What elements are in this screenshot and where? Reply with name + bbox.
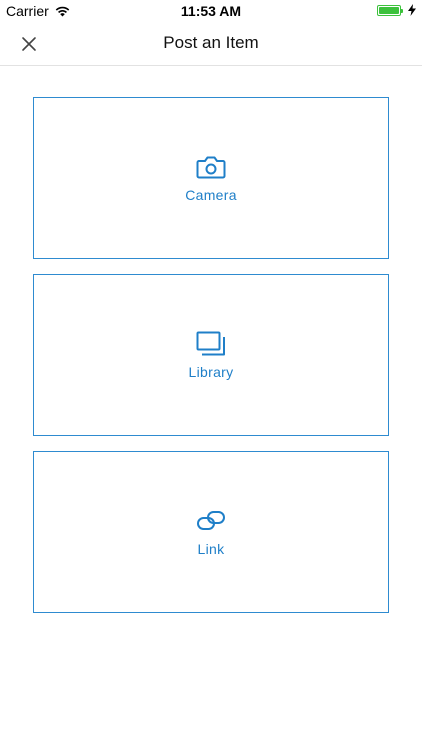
charging-bolt-icon bbox=[408, 4, 416, 16]
battery-group bbox=[377, 4, 416, 16]
page-title: Post an Item bbox=[163, 33, 259, 52]
status-bar: Carrier 11:53 AM bbox=[0, 0, 422, 22]
link-icon bbox=[195, 507, 227, 535]
camera-icon bbox=[195, 153, 227, 181]
library-option-label: Library bbox=[188, 364, 234, 380]
camera-option-label: Camera bbox=[185, 187, 237, 203]
link-option-label: Link bbox=[197, 541, 225, 557]
battery-icon bbox=[377, 4, 403, 16]
library-option-button[interactable]: Library bbox=[33, 274, 389, 436]
battery-fill bbox=[379, 6, 399, 14]
status-time: 11:53 AM bbox=[180, 3, 242, 19]
camera-option-button[interactable]: Camera bbox=[33, 97, 389, 259]
navigation-bar: Post an Item bbox=[0, 22, 422, 66]
link-option-button[interactable]: Link bbox=[33, 451, 389, 613]
library-icon bbox=[195, 330, 227, 358]
